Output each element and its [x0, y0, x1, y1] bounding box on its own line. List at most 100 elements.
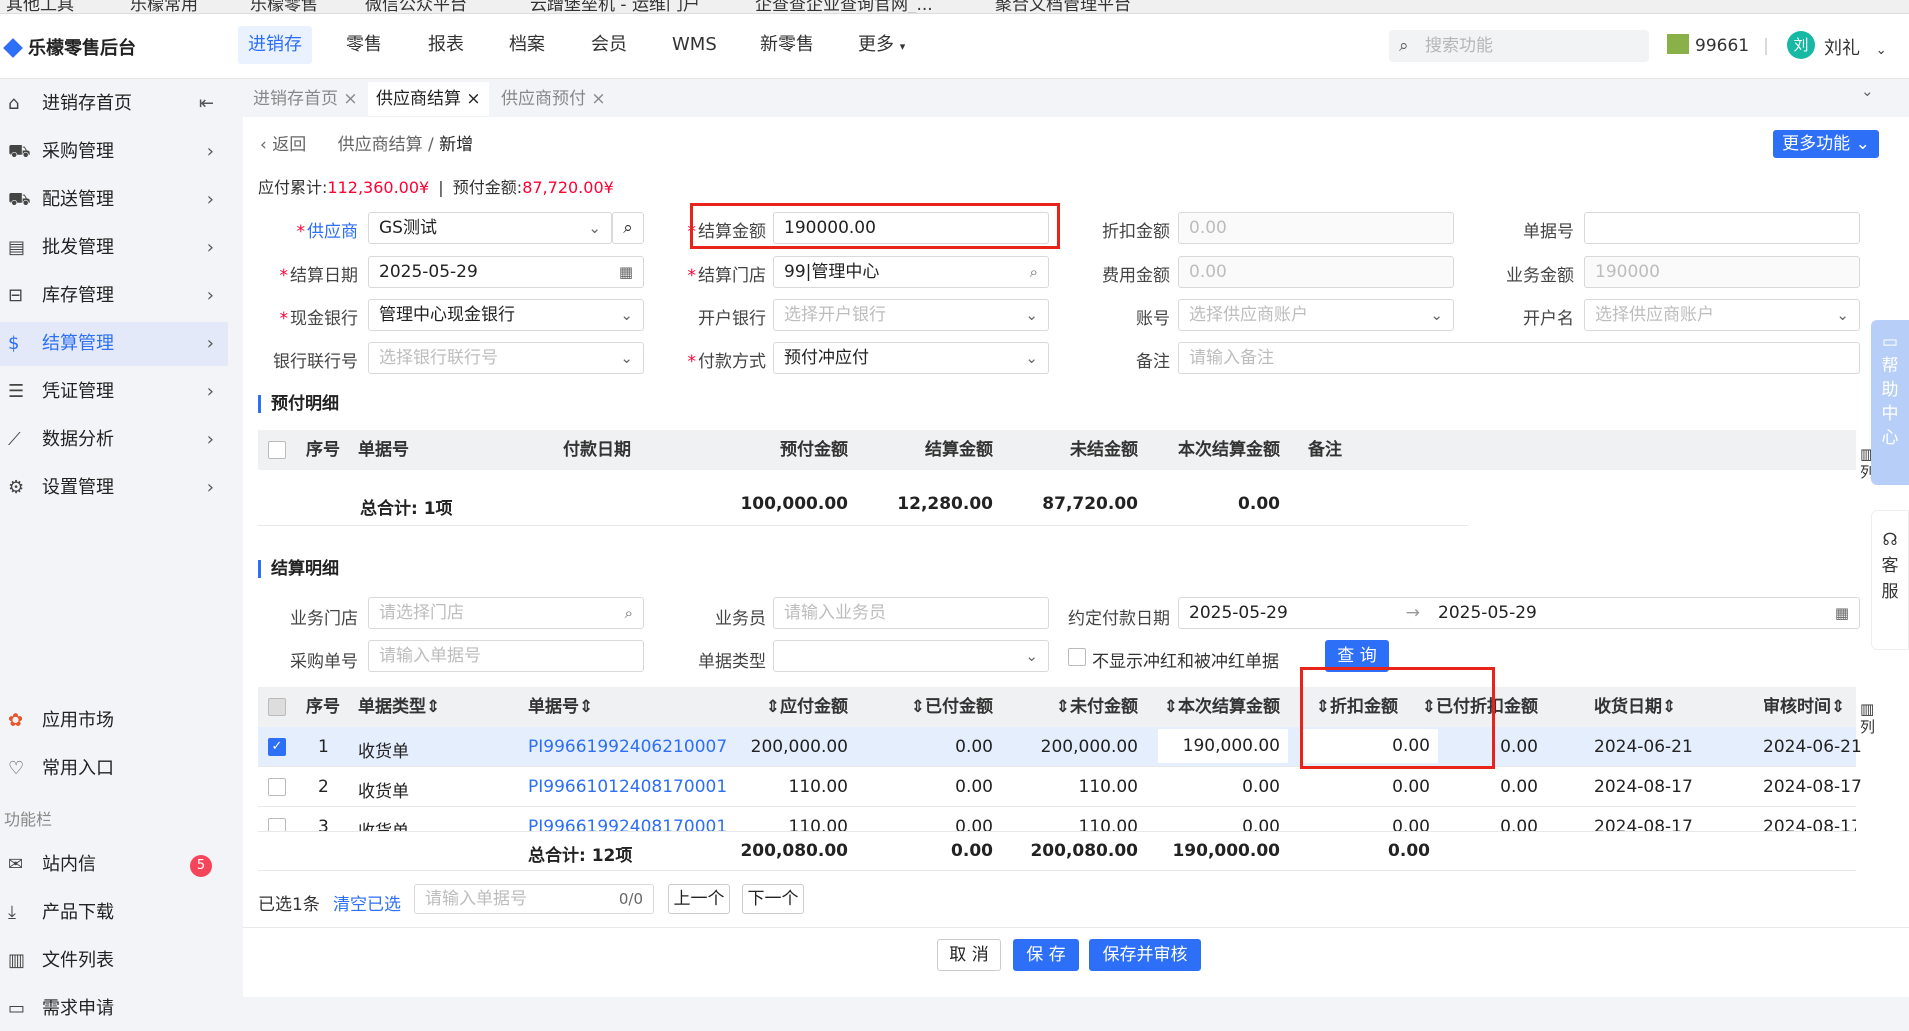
chevron-down-icon: ⌄ — [620, 349, 633, 367]
doc-link[interactable]: PI99661992408170001 — [528, 817, 727, 831]
pay-method-select[interactable]: 预付冲应付 ⌄ — [773, 342, 1049, 374]
chevron-right-icon: › — [206, 285, 214, 306]
select-all-checkbox[interactable] — [268, 698, 286, 716]
current-settle-input[interactable]: 190,000.00 — [1158, 729, 1288, 763]
nav-wms[interactable]: WMS — [662, 26, 727, 64]
sidebar-item-voucher[interactable]: ☰ 凭证管理 › — [0, 370, 228, 414]
store-id[interactable]: 99661 | — [1667, 34, 1769, 56]
sidebar-item-request[interactable]: ▭ 需求申请 — [0, 987, 228, 1027]
calendar-icon: ▦ — [618, 263, 633, 281]
settle-date-input[interactable]: 2025-05-29 ▦ — [368, 256, 644, 288]
supplier-select[interactable]: GS测试 ⌄ — [368, 212, 612, 244]
clear-selection-link[interactable]: 清空已选 — [333, 890, 401, 915]
chevron-down-icon: ⌄ — [1430, 306, 1443, 324]
table-row[interactable]: 2 收货单 PI99661012408170001 110.00 0.00 11… — [258, 767, 1862, 807]
bookmark[interactable]: 其他工具 — [6, 0, 74, 13]
bookmark[interactable]: 乐檬常用 — [130, 0, 198, 13]
bookmark[interactable]: 聚合文档管理平台 — [995, 0, 1131, 13]
hide-red-checkbox[interactable] — [1068, 648, 1086, 666]
chevron-down-icon: ⌄ — [1025, 647, 1038, 665]
locate-doc-input[interactable]: 请输入单据号 0/0 — [414, 884, 654, 914]
nav-report[interactable]: 报表 — [418, 26, 474, 64]
remark-input[interactable]: 请输入备注 — [1178, 342, 1860, 374]
more-functions-button[interactable]: 更多功能 ⌄ — [1773, 130, 1879, 158]
sidebar-item-download[interactable]: ⤓ 产品下载 — [0, 891, 228, 935]
prev-button[interactable]: 上一个 — [668, 884, 730, 914]
sidebar-item-inventory[interactable]: ⊟ 库存管理 › — [0, 274, 228, 318]
sidebar-item-distribution[interactable]: ⛟ 配送管理 › — [0, 178, 228, 222]
account-name-label: 开户名 — [1523, 309, 1574, 329]
doc-link[interactable]: PI99661012408170001 — [528, 777, 727, 797]
tab-supplier-prepay[interactable]: 供应商预付 × — [493, 82, 614, 116]
nav-archive[interactable]: 档案 — [499, 26, 555, 64]
row-checkbox[interactable] — [268, 818, 286, 831]
open-bank-select[interactable]: 选择开户银行 ⌄ — [773, 299, 1049, 331]
summary-line: 应付累计:112,360.00¥ | 预付金额:87,720.00¥ — [258, 178, 614, 197]
doc-link[interactable]: PI99661992406210007 — [528, 737, 727, 757]
nav-new-retail[interactable]: 新零售 — [750, 26, 824, 64]
discount-input[interactable]: 0.00 — [1178, 212, 1454, 244]
sidebar-item-messages[interactable]: ✉ 站内信 5 — [0, 843, 228, 887]
save-audit-button[interactable]: 保存并审核 — [1089, 939, 1201, 971]
supplier-search-button[interactable]: ⌕ — [612, 212, 644, 244]
chevron-right-icon: › — [206, 333, 214, 354]
cash-bank-select[interactable]: 管理中心现金银行 ⌄ — [368, 299, 644, 331]
app-logo[interactable]: 乐檬零售后台 — [3, 34, 136, 60]
sidebar-item-app-market[interactable]: ✿ 应用市场 — [0, 699, 228, 743]
tab-supplier-settlement[interactable]: 供应商结算 × — [368, 82, 489, 116]
account-select[interactable]: 选择供应商账户 ⌄ — [1178, 299, 1454, 331]
table-row[interactable]: ✓ 1 收货单 PI99661992406210007 200,000.00 0… — [258, 727, 1862, 767]
avatar[interactable]: 刘 — [1787, 31, 1815, 59]
chevron-down-icon: ⌄ — [1025, 349, 1038, 367]
sidebar-item-home[interactable]: ⌂ 进销存首页 ⇤ — [0, 82, 228, 126]
settle-columns-button[interactable]: ▥ 列 — [1860, 700, 1875, 736]
row-checkbox[interactable] — [268, 778, 286, 796]
cancel-button[interactable]: 取 消 — [937, 939, 1001, 971]
mail-icon: ✉ — [8, 854, 24, 875]
doc-type-select[interactable]: ⌄ — [773, 640, 1049, 672]
table-row[interactable]: 3 收货单 PI99661992408170001 110.00 0.00 11… — [258, 807, 1856, 831]
doc-no-input[interactable] — [1584, 212, 1860, 244]
tab-menu-icon[interactable]: ⌄ — [1861, 82, 1874, 100]
bookmark[interactable]: 企查查企业查询官网_... — [755, 0, 933, 13]
due-date-range[interactable]: 2025-05-29 → 2025-05-29 ▦ — [1178, 597, 1860, 629]
sidebar-item-files[interactable]: ▥ 文件列表 — [0, 939, 228, 983]
sidebar-item-settings[interactable]: ⚙ 设置管理 › — [0, 466, 228, 510]
sidebar-item-purchase[interactable]: ⛟ 采购管理 › — [0, 130, 228, 174]
bookmark[interactable]: 乐檬零售 — [250, 0, 318, 13]
doc-type-label: 单据类型 — [698, 652, 766, 672]
nav-more[interactable]: 更多 ▾ — [848, 26, 915, 64]
po-input[interactable]: 请输入单据号 — [368, 640, 644, 672]
clerk-input[interactable]: 请输入业务员 — [773, 597, 1049, 629]
help-center-button[interactable]: ▭ 帮助中心 — [1871, 320, 1909, 485]
account-name-select[interactable]: 选择供应商账户 ⌄ — [1584, 299, 1860, 331]
close-icon: × — [466, 89, 481, 109]
sidebar-item-analysis[interactable]: ⟋ 数据分析 › — [0, 418, 228, 462]
bookmark[interactable]: 微信公众平台 — [365, 0, 467, 13]
chevron-right-icon: › — [206, 429, 214, 450]
bookmark[interactable]: 云蹭堡垒机 - 运维门户 — [530, 0, 700, 13]
next-button[interactable]: 下一个 — [742, 884, 804, 914]
back-link[interactable]: ‹ 返回 — [260, 135, 306, 155]
remark-label: 备注 — [1136, 352, 1170, 372]
nav-jxc[interactable]: 进销存 — [238, 26, 312, 64]
sidebar-item-settlement[interactable]: $ 结算管理 › — [0, 322, 228, 366]
gear-icon: ⚙ — [8, 477, 25, 498]
nav-member[interactable]: 会员 — [581, 26, 637, 64]
bank-code-select[interactable]: 选择银行联行号 ⌄ — [368, 342, 644, 374]
save-button[interactable]: 保 存 — [1013, 939, 1079, 971]
sidebar-item-wholesale[interactable]: ▤ 批发管理 › — [0, 226, 228, 270]
biz-store-input[interactable]: 请选择门店 ⌕ — [368, 597, 644, 629]
select-all-checkbox[interactable] — [268, 441, 286, 459]
chevron-down-icon: ⌄ — [620, 306, 633, 324]
tab-home[interactable]: 进销存首页 × — [245, 82, 366, 116]
user-menu[interactable]: 刘礼 ⌄ — [1824, 34, 1887, 60]
customer-service-button[interactable]: ☊ 客服 — [1871, 510, 1909, 650]
settle-store-input[interactable]: 99|管理中心 ⌕ — [773, 256, 1049, 288]
fee-input[interactable]: 0.00 — [1178, 256, 1454, 288]
row-checkbox[interactable]: ✓ — [268, 738, 286, 756]
chart-icon: ⟋ — [8, 429, 21, 450]
nav-retail[interactable]: 零售 — [336, 26, 392, 64]
search-input[interactable]: ⌕ 搜索功能 — [1389, 30, 1649, 62]
sidebar-item-favorites[interactable]: ♡ 常用入口 — [0, 747, 228, 791]
